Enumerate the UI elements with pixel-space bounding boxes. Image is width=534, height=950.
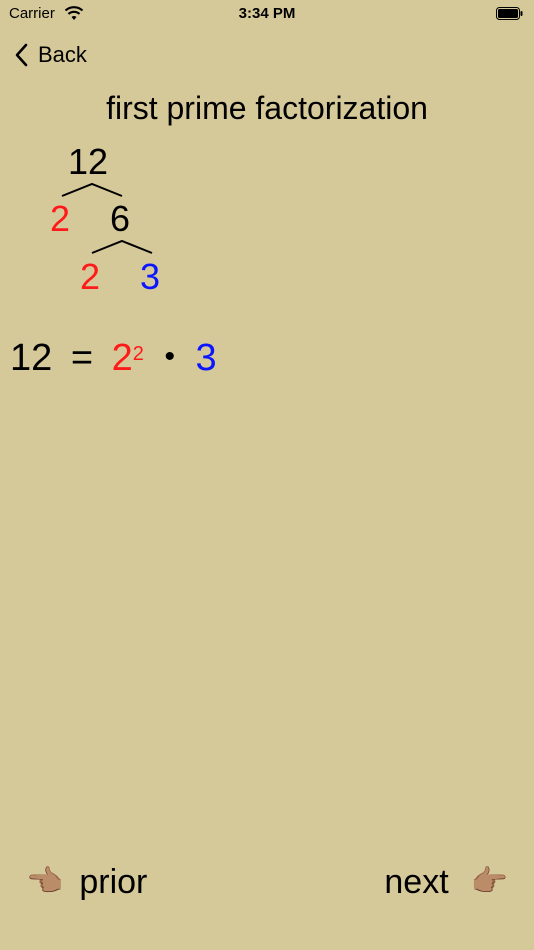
next-label: next — [384, 862, 449, 901]
tree-composite: 6 — [110, 198, 131, 239]
pointing-right-hand-icon: 👉🏽 — [470, 865, 508, 898]
factorization-equation: 12 = 22 • 3 — [10, 336, 217, 383]
pointing-left-hand-icon: 👈🏽 — [26, 865, 64, 898]
equation-lhs: 12 — [10, 337, 53, 379]
status-bar: Carrier 3:34 PM — [0, 0, 534, 28]
tree-prime-3: 3 — [140, 256, 161, 297]
prior-button[interactable]: 👈🏽 prior — [26, 858, 147, 906]
battery-icon — [496, 7, 523, 20]
tree-prime-2: 2 — [80, 256, 101, 297]
prior-label: prior — [79, 862, 148, 901]
next-button[interactable]: next 👉🏽 — [384, 858, 508, 906]
equation-exponent: 2 — [132, 343, 144, 365]
back-label: Back — [38, 42, 87, 67]
equals-sign: = — [70, 337, 94, 379]
tree-prime-1: 2 — [50, 198, 71, 239]
tree-root: 12 — [68, 141, 109, 182]
back-button[interactable]: Back — [14, 38, 87, 72]
equation-factor: 3 — [195, 337, 217, 379]
multiply-dot: • — [164, 340, 175, 373]
clock: 3:34 PM — [238, 5, 296, 22]
tree-branch-bottom — [91, 239, 153, 254]
page-title: first prime factorization — [106, 90, 428, 126]
tree-branch-top — [61, 182, 123, 197]
equation-base: 2 — [111, 337, 133, 379]
chevron-left-icon — [15, 43, 28, 67]
